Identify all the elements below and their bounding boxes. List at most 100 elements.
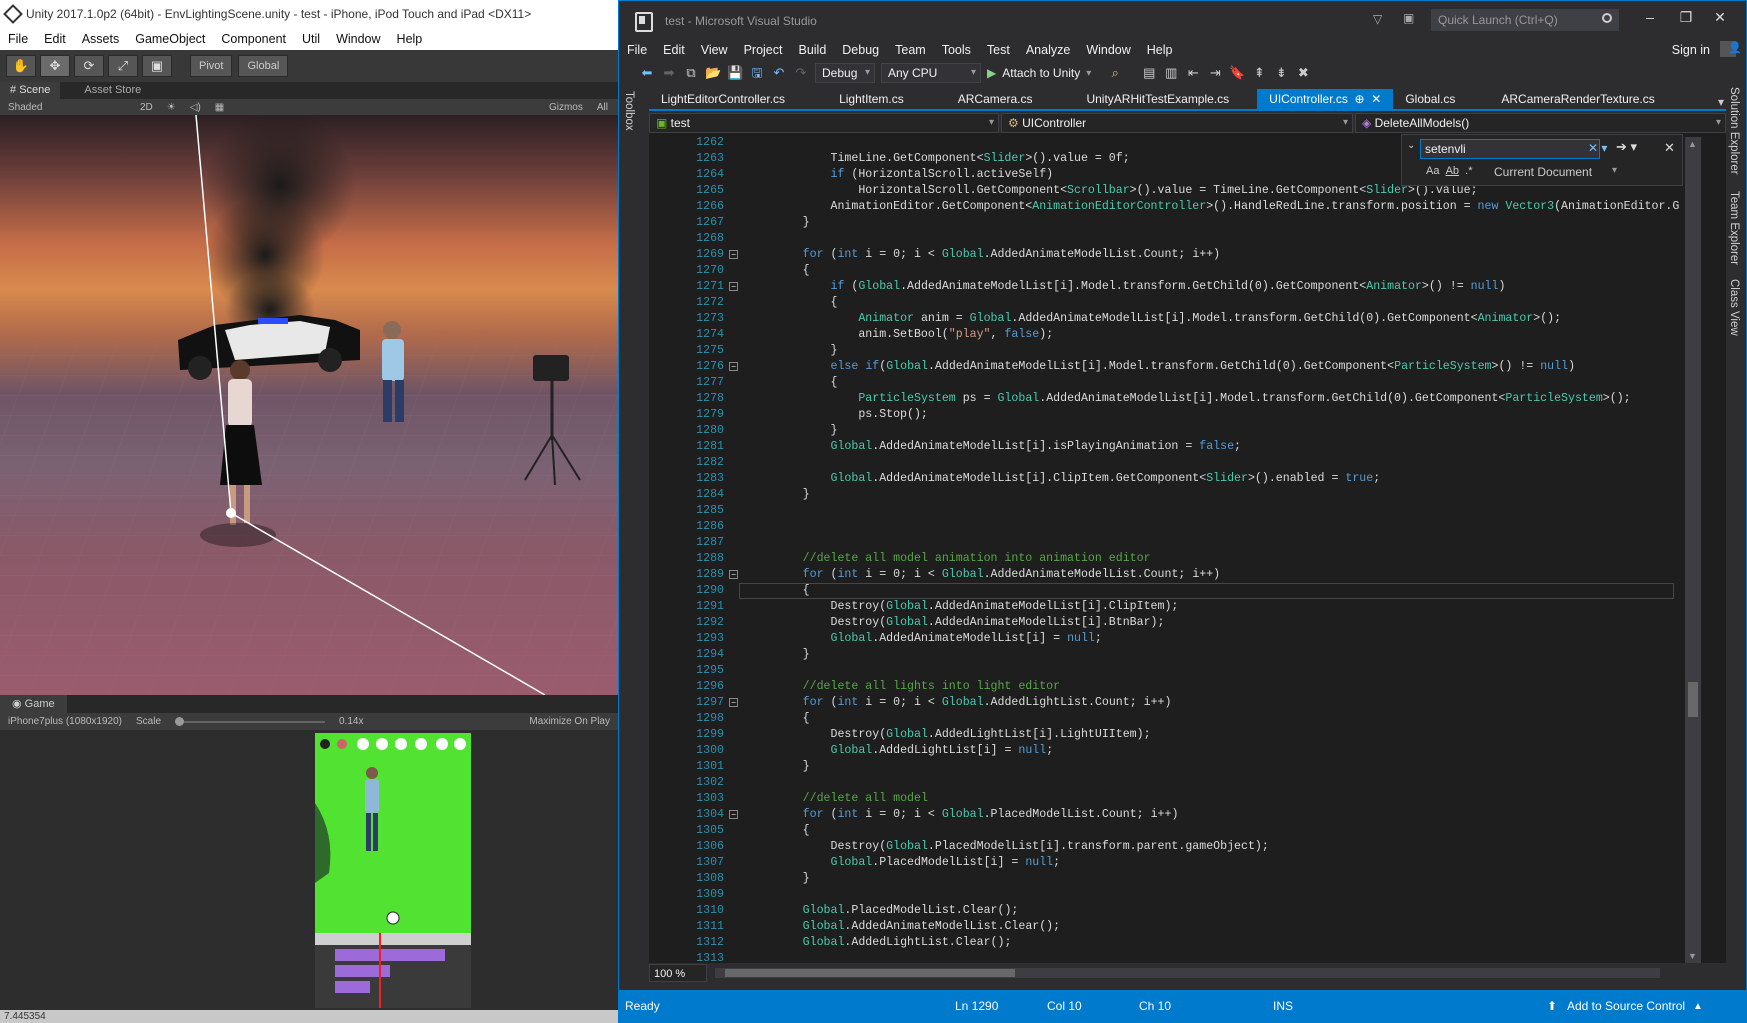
save-icon[interactable]: 💾 xyxy=(727,65,743,81)
global-toggle[interactable]: Global xyxy=(238,55,289,77)
solution-config-dropdown[interactable]: Debug xyxy=(815,63,875,83)
vs-menu-window[interactable]: Window xyxy=(1078,43,1138,57)
unity-menu-window[interactable]: Window xyxy=(328,32,388,46)
maximize-button[interactable]: ❐ xyxy=(1671,9,1701,31)
project-nav-dropdown[interactable]: ▣ test xyxy=(649,113,999,133)
outdent-icon[interactable]: ⇤ xyxy=(1185,65,1201,81)
toolbox-tab[interactable]: Toolbox xyxy=(623,91,635,131)
quick-launch-input[interactable]: Quick Launch (Ctrl+Q) xyxy=(1431,9,1619,31)
scale-tool-icon[interactable]: ⤢ xyxy=(108,55,138,77)
shading-mode-dropdown[interactable]: Shaded xyxy=(8,102,120,113)
vs-menu-file[interactable]: File xyxy=(619,43,655,57)
fold-toggle-icon[interactable]: − xyxy=(729,810,738,819)
horizontal-scrollbar[interactable] xyxy=(715,968,1660,978)
attach-to-unity-button[interactable]: Attach to Unity xyxy=(1002,66,1080,80)
vs-menu-build[interactable]: Build xyxy=(790,43,834,57)
find-next-icon[interactable]: ➔ ▾ xyxy=(1616,139,1637,155)
forward-icon[interactable]: ➡ xyxy=(661,65,677,81)
vs-menu-team[interactable]: Team xyxy=(887,43,934,57)
fold-toggle-icon[interactable]: − xyxy=(729,698,738,707)
class-nav-dropdown[interactable]: ⚙ UIController xyxy=(1001,113,1353,133)
new-project-icon[interactable]: ⧉ xyxy=(683,65,699,81)
sign-in-link[interactable]: Sign in xyxy=(1664,43,1718,57)
save-all-icon[interactable]: 🖫 xyxy=(749,65,765,81)
vs-menu-tools[interactable]: Tools xyxy=(934,43,979,57)
fold-toggle-icon[interactable]: − xyxy=(729,570,738,579)
vertical-scrollbar[interactable]: ▲ ▼ xyxy=(1685,137,1701,963)
code-editor[interactable]: 1262 1263 1264 1265 1266 1267 1268 1269−1270 127… xyxy=(649,133,1726,963)
doc-tab-arcamerarendertexture[interactable]: ARCameraRenderTexture.cs xyxy=(1489,89,1666,109)
platform-dropdown[interactable]: Any CPU xyxy=(881,63,981,83)
attach-dropdown-icon[interactable]: ▾ xyxy=(1086,68,1091,79)
tab-asset-store[interactable]: Asset Store xyxy=(74,82,151,99)
unity-menu-util[interactable]: Util xyxy=(294,32,328,46)
vertical-scroll-thumb[interactable] xyxy=(1688,682,1698,717)
move-tool-icon[interactable]: ✥ xyxy=(40,55,70,77)
maximize-on-play-toggle[interactable]: Maximize On Play xyxy=(529,716,610,727)
vs-menu-test[interactable]: Test xyxy=(979,43,1018,57)
vs-menu-analyze[interactable]: Analyze xyxy=(1018,43,1078,57)
solution-explorer-icon[interactable]: ▤ xyxy=(1141,65,1157,81)
tab-overflow-icon[interactable]: ▾ xyxy=(1718,95,1726,109)
back-icon[interactable]: ⬅ xyxy=(639,65,655,81)
unity-menu-gameobject[interactable]: GameObject xyxy=(127,32,213,46)
scene-viewport[interactable] xyxy=(0,115,618,695)
selection-handle[interactable] xyxy=(226,508,236,518)
unity-menu-help[interactable]: Help xyxy=(389,32,431,46)
gizmos-dropdown[interactable]: Gizmos xyxy=(549,102,583,113)
add-to-source-control-button[interactable]: Add to Source Control xyxy=(1567,999,1685,1013)
fold-toggle-icon[interactable]: − xyxy=(729,250,738,259)
find-expand-icon[interactable]: ⌄ xyxy=(1407,140,1415,151)
class-view-tab[interactable]: Class View xyxy=(1728,279,1740,336)
rect-tool-icon[interactable]: ▣ xyxy=(142,55,172,77)
properties-icon[interactable]: ▥ xyxy=(1163,65,1179,81)
open-file-icon[interactable]: 📂 xyxy=(705,65,721,81)
find-input[interactable]: setenvli xyxy=(1420,139,1600,159)
hand-tool-icon[interactable]: ✋ xyxy=(6,55,36,77)
bookmark-icon[interactable]: 🔖 xyxy=(1229,65,1245,81)
vs-menu-debug[interactable]: Debug xyxy=(834,43,887,57)
resolution-dropdown[interactable]: iPhone7plus (1080x1920) xyxy=(8,716,122,727)
fold-toggle-icon[interactable]: − xyxy=(729,362,738,371)
fold-toggle-icon[interactable]: − xyxy=(729,282,738,291)
hierarchy-search[interactable]: All xyxy=(597,102,608,113)
account-icon[interactable]: 👤 xyxy=(1720,41,1742,57)
effects-toggle-icon[interactable]: ▦ xyxy=(215,102,224,113)
doc-tab-global[interactable]: Global.cs xyxy=(1393,89,1467,109)
unity-menu-component[interactable]: Component xyxy=(213,32,294,46)
game-viewport[interactable] xyxy=(0,730,618,1010)
redo-icon[interactable]: ↷ xyxy=(793,65,809,81)
doc-tab-unityarhittestexample[interactable]: UnityARHitTestExample.cs xyxy=(1074,89,1241,109)
start-debug-icon[interactable]: ▶ xyxy=(987,66,996,80)
doc-tab-lighteditorcontroller[interactable]: LightEditorController.cs xyxy=(649,89,797,109)
clear-bookmarks-icon[interactable]: ✖ xyxy=(1295,65,1311,81)
unity-menu-file[interactable]: File xyxy=(0,32,36,46)
solution-explorer-tab[interactable]: Solution Explorer xyxy=(1728,87,1740,175)
horizontal-scroll-thumb[interactable] xyxy=(725,969,1015,977)
rotate-tool-icon[interactable]: ⟳ xyxy=(74,55,104,77)
scale-slider[interactable] xyxy=(175,716,325,726)
doc-tab-uicontroller[interactable]: UIController.cs ⊕ ✕ xyxy=(1257,89,1394,109)
lighting-toggle-icon[interactable]: ☀ xyxy=(167,102,176,113)
unity-menu-assets[interactable]: Assets xyxy=(74,32,128,46)
indent-icon[interactable]: ⇥ xyxy=(1207,65,1223,81)
scroll-down-icon[interactable]: ▼ xyxy=(1688,951,1697,961)
mode-2d-toggle[interactable]: 2D xyxy=(140,102,153,113)
minimize-button[interactable]: – xyxy=(1635,9,1665,31)
scroll-up-icon[interactable]: ▲ xyxy=(1688,139,1697,149)
find-options-icons[interactable]: Aa Ab .* xyxy=(1426,165,1473,177)
vs-menu-edit[interactable]: Edit xyxy=(655,43,693,57)
team-explorer-tab[interactable]: Team Explorer xyxy=(1728,191,1740,265)
undo-icon[interactable]: ↶ xyxy=(771,65,787,81)
pivot-toggle[interactable]: Pivot xyxy=(190,55,233,77)
close-tab-icon[interactable]: ✕ xyxy=(1371,92,1381,106)
prev-bookmark-icon[interactable]: ⇞ xyxy=(1251,65,1267,81)
vs-menu-help[interactable]: Help xyxy=(1139,43,1181,57)
close-find-icon[interactable]: ✕ xyxy=(1664,140,1675,156)
zoom-dropdown[interactable]: 100 % xyxy=(649,964,707,982)
tab-scene[interactable]: # Scene xyxy=(0,82,61,99)
vs-menu-project[interactable]: Project xyxy=(736,43,791,57)
doc-tab-arcamera[interactable]: ARCamera.cs xyxy=(946,89,1045,109)
filter-icon[interactable]: ▽ xyxy=(1373,12,1382,26)
next-bookmark-icon[interactable]: ⇟ xyxy=(1273,65,1289,81)
